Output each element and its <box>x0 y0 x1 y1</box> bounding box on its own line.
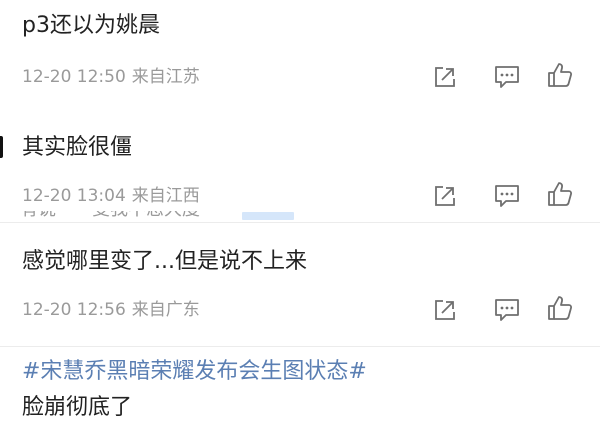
comment-location: 来自江西 <box>131 186 200 206</box>
comment-text: 其实脸很僵 <box>22 135 133 160</box>
like-icon <box>548 296 573 320</box>
share-button[interactable] <box>430 181 460 211</box>
share-icon <box>435 67 455 87</box>
share-button[interactable] <box>430 62 460 92</box>
share-button[interactable] <box>430 295 460 325</box>
comment-feed: p3还以为姚晨 12-20 12:50 来自江苏 其实脸很僵 12-20 13:… <box>0 0 600 435</box>
divider <box>0 346 600 347</box>
clipped-comment-text: 有说一一变我不态大度 <box>20 211 200 220</box>
clipped-hashtag-chip <box>242 212 294 220</box>
comment-button[interactable] <box>492 295 522 325</box>
divider <box>0 222 600 223</box>
like-button[interactable] <box>545 60 575 90</box>
like-icon <box>548 182 573 206</box>
comment-time: 12-20 12:56 <box>22 300 126 320</box>
comment-time: 12-20 12:50 <box>22 67 126 87</box>
comment-meta: 12-20 12:56 来自广东 <box>22 299 200 321</box>
comment-text: p3还以为姚晨 <box>22 13 160 38</box>
comment-item: 其实脸很僵 12-20 13:04 来自江西 <box>0 110 600 210</box>
comment-text: 感觉哪里变了...但是说不上来 <box>22 249 307 274</box>
comment-item: 感觉哪里变了...但是说不上来 12-20 12:56 来自广东 <box>0 224 600 344</box>
like-button[interactable] <box>545 293 575 323</box>
hashtag-link[interactable]: #宋慧乔黑暗荣耀发布会生图状态# <box>22 358 367 386</box>
comment-location: 来自广东 <box>131 300 200 320</box>
comment-button[interactable] <box>492 181 522 211</box>
share-icon <box>435 186 455 206</box>
comment-time: 12-20 13:04 <box>22 186 126 206</box>
comment-icon <box>495 299 519 321</box>
comment-meta: 12-20 12:50 来自江苏 <box>22 66 200 88</box>
comment-icon <box>495 66 519 88</box>
comment-icon <box>495 185 519 207</box>
comment-meta: 12-20 13:04 来自江西 <box>22 185 200 207</box>
comment-item: p3还以为姚晨 12-20 12:50 来自江苏 <box>0 0 600 100</box>
comment-location: 来自江苏 <box>131 67 200 87</box>
comment-button[interactable] <box>492 62 522 92</box>
post-text: 脸崩彻底了 <box>22 395 133 420</box>
share-icon <box>435 300 455 320</box>
like-button[interactable] <box>545 179 575 209</box>
like-icon <box>548 63 573 87</box>
